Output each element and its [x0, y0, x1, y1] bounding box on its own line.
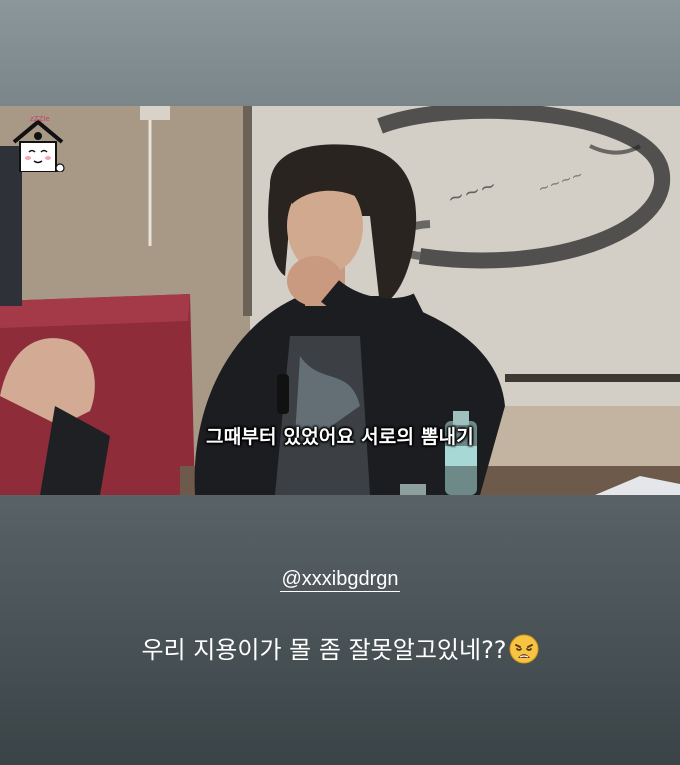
weary-face-icon [509, 634, 539, 672]
mention-sticker[interactable]: @xxxibgdrgn [0, 568, 680, 592]
story-viewer: ~~~ ~~~~ zZZIe 그때부터 있었어요 서로의 뽐내기 @xxxibg… [0, 0, 680, 765]
story-caption: 우리 지용이가 몰 좀 잘못알고있네?? [0, 634, 680, 672]
story-background-top [0, 0, 680, 106]
channel-logo: zZZIe [12, 115, 65, 172]
caption-text: 우리 지용이가 몰 좀 잘못알고있네?? [141, 636, 507, 664]
channel-logo-text: zZZIe [30, 115, 50, 123]
mention-username[interactable]: @xxxibgdrgn [280, 568, 400, 592]
video-subtitle: 그때부터 있었어요 서로의 뽐내기 [206, 426, 474, 448]
story-background-bottom [0, 495, 680, 765]
